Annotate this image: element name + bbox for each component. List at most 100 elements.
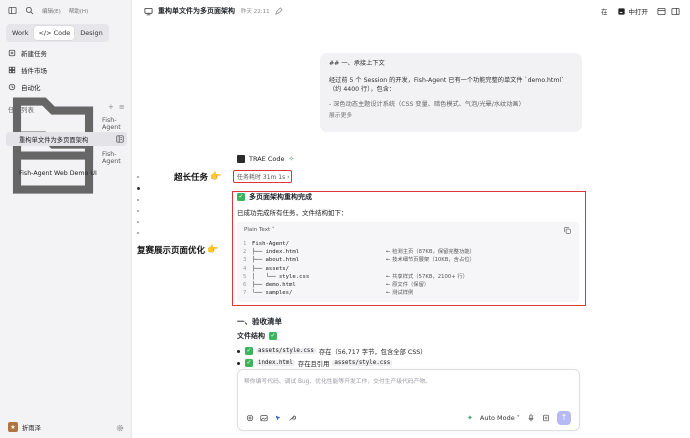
nav-new-task[interactable]: 新建任务 xyxy=(6,44,126,61)
search-icon[interactable] xyxy=(25,6,34,15)
timeline-dot[interactable] xyxy=(137,221,139,223)
image-upload-icon[interactable] xyxy=(260,414,268,422)
mode-design[interactable]: Design xyxy=(76,26,106,40)
task-duration-label: 任务耗时 31m 1s › xyxy=(237,174,290,181)
checklist: ✓ assets/style.css 存在（56,717 字节，包含全部 CSS… xyxy=(237,345,427,369)
code-comment: ← 原文件（保留） xyxy=(386,282,430,289)
user-message-bubble: ## 一、承接上下文 经过前 5 个 Session 的开发，Fish-Agen… xyxy=(320,53,582,132)
panel-icon[interactable] xyxy=(116,135,124,143)
code-line: 2 ├── index.html ← 检测主页（87KB，保留完整功能） xyxy=(243,248,475,256)
copy-icon[interactable] xyxy=(564,227,571,234)
task-item[interactable]: Fish-Agent Web Demo UI xyxy=(6,166,127,180)
list-item-text: 存在（56,717 字节，包含全部 CSS） xyxy=(318,348,427,356)
task-item-active[interactable]: 重构单文件为多页面架构 xyxy=(6,132,127,146)
bullet-dot xyxy=(237,349,240,353)
tool-icon[interactable] xyxy=(288,414,296,422)
message-input[interactable] xyxy=(244,376,564,390)
mode-work[interactable]: Work xyxy=(8,26,32,40)
inline-code: index.html xyxy=(256,360,295,366)
menu-edit[interactable]: 编辑(E) xyxy=(42,7,61,15)
monitor-icon xyxy=(144,7,153,15)
open-in-label: 在 xyxy=(601,8,608,16)
code-text: Fish-Agent/ xyxy=(252,241,290,247)
header-actions: 在 中打开 xyxy=(601,4,680,18)
project-group[interactable]: Fish-Agent xyxy=(6,131,127,194)
task-duration-toggle[interactable]: 任务耗时 31m 1s › xyxy=(233,170,292,183)
inline-code: assets/style.css xyxy=(256,348,316,354)
timeline-dot[interactable] xyxy=(137,199,139,201)
folder-icon xyxy=(12,131,94,194)
menu-help[interactable]: 帮助(H) xyxy=(69,7,88,15)
cursor-icon[interactable] xyxy=(274,414,282,422)
context-icon[interactable] xyxy=(246,414,254,422)
ide-icon xyxy=(617,7,625,15)
sparkle-icon: ✧ xyxy=(288,155,295,163)
code-comment: ← 测试样例 xyxy=(386,290,414,297)
line-number: 3 xyxy=(243,257,247,264)
show-more-link[interactable]: 展示更多 xyxy=(329,112,573,121)
message-composer: ✦ Auto Mode ˅ ↑ xyxy=(237,369,580,431)
project-group-name: Fish-Agent xyxy=(102,151,121,165)
settings-icon[interactable] xyxy=(116,424,124,432)
open-in-button[interactable]: 中打开 xyxy=(613,4,653,18)
main-panel: 重构单文件为多页面架构 昨天 22:11 在 中打开 ## 一、承接上下文 经过… xyxy=(133,0,690,438)
edit-title-icon[interactable] xyxy=(274,6,283,16)
side-panel-icon[interactable] xyxy=(671,7,680,16)
send-button[interactable]: ↑ xyxy=(557,411,571,425)
mode-selector[interactable]: Auto Mode ˅ xyxy=(480,414,520,422)
code-comment: ← 检测主页（87KB，保留完整功能） xyxy=(386,249,475,256)
result-title-row: ✓ 多页面架构重构完成 xyxy=(237,192,312,202)
microphone-icon[interactable] xyxy=(527,414,535,422)
timeline-dot[interactable] xyxy=(137,232,139,234)
layout-icon[interactable] xyxy=(657,7,666,16)
user-message-heading: ## 一、承接上下文 xyxy=(329,60,385,67)
task-tree: Fish-Agent 重构单文件为多页面架构 Fish-Agent Fish-A… xyxy=(6,97,127,194)
code-text: ├── about.html xyxy=(252,257,300,264)
annotation-optimized: 复赛展示页面优化 👉 xyxy=(137,244,218,256)
new-task-icon xyxy=(8,49,16,56)
user-message-body: 经过前 5 个 Session 的开发，Fish-Agent 已有一个功能完整的… xyxy=(329,77,565,93)
check-icon: ✓ xyxy=(245,347,253,355)
subsection-heading-text: 文件结构 xyxy=(237,332,265,340)
sidebar-topbar: 编辑(E) 帮助(H) xyxy=(8,6,88,15)
list-item: ✓ assets/style.css 存在（56,717 字节，包含全部 CSS… xyxy=(237,345,427,357)
bullet-dot xyxy=(237,361,240,365)
annotation-long-task-text: 超长任务 xyxy=(174,173,209,183)
nav-plugins[interactable]: 插件市场 xyxy=(6,61,126,78)
assistant-name: TRAE Code ✧ xyxy=(237,155,294,163)
code-text: ├── assets/ xyxy=(252,265,290,272)
sparkle-icon[interactable]: ✦ xyxy=(467,414,473,422)
timeline-dot[interactable] xyxy=(137,210,139,212)
user-message-list: - 深色动态主题设计系统（CSS 变量、暗色模式、气泡/光晕/水纹动画） xyxy=(329,101,525,108)
open-in-label-text: 中打开 xyxy=(628,8,649,16)
add-task-icon[interactable]: + xyxy=(108,103,114,111)
nav-plugins-label: 插件市场 xyxy=(21,66,47,75)
stack-icon[interactable] xyxy=(542,414,550,422)
composer-tools xyxy=(246,414,296,422)
code-line: 3 ├── about.html ← 技术细节页展架（10KB，含占位） xyxy=(243,256,475,264)
subsection-heading: 文件结构 ✓ xyxy=(237,331,277,341)
page-title: 重构单文件为多页面架构 xyxy=(158,7,235,15)
list-item-text: 存在且引用 xyxy=(297,360,330,368)
code-comment: ← 技术细节页展架（10KB，含占位） xyxy=(386,257,475,264)
code-text: └── samples/ xyxy=(252,290,293,297)
code-language-selector[interactable]: Plain Text ˅ xyxy=(244,227,275,233)
user-profile[interactable]: ★ 折雨泽 xyxy=(8,422,41,432)
annotation-optimized-text: 复赛展示页面优化 xyxy=(137,246,206,256)
line-number: 2 xyxy=(243,249,247,256)
filter-icon[interactable]: ≡ xyxy=(119,103,125,111)
chat-header: 重构单文件为多页面架构 昨天 22:11 在 中打开 xyxy=(133,0,690,22)
user-name: 折雨泽 xyxy=(22,424,41,432)
task-list-tools: + ≡ xyxy=(108,103,125,111)
timeline-dot[interactable] xyxy=(137,176,139,178)
task-item-label: Fish-Agent Web Demo UI xyxy=(19,169,97,177)
mode-switcher: Work </> Code Design xyxy=(6,24,109,42)
timeline-dot-current[interactable] xyxy=(137,187,140,190)
trae-logo-icon xyxy=(237,155,245,163)
code-comment: ← 共享样式（57KB，2100+ 行） xyxy=(386,273,468,280)
section-heading: 一、验收清单 xyxy=(237,317,282,326)
mode-selector-label: Auto Mode xyxy=(479,414,515,422)
sidebar-toggle-icon[interactable] xyxy=(8,6,17,15)
code-line: 6 ├── demo.html ← 原文件（保留） xyxy=(243,281,475,289)
mode-code[interactable]: </> Code xyxy=(34,26,75,40)
